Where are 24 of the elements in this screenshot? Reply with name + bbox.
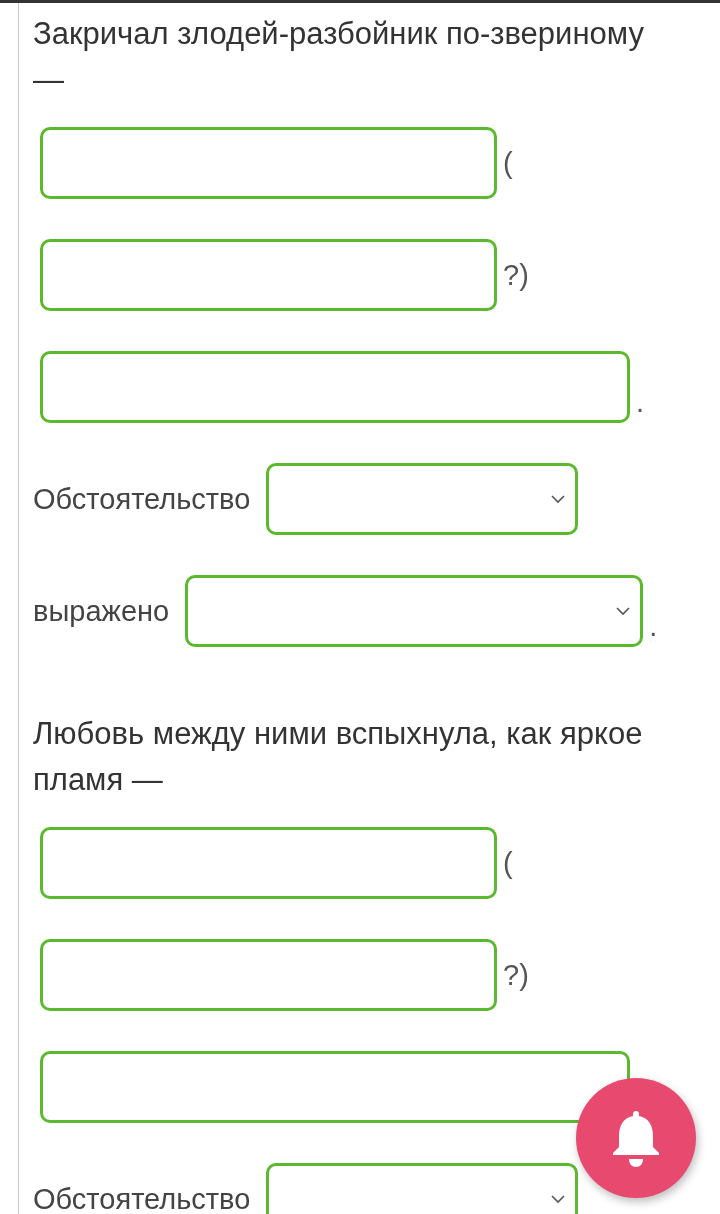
answer-box[interactable] xyxy=(40,827,497,899)
answer-box[interactable] xyxy=(40,1051,630,1123)
notification-button[interactable] xyxy=(576,1078,696,1198)
dropdown-field[interactable] xyxy=(185,575,644,647)
punctuation: . xyxy=(636,386,645,419)
chevron-icon xyxy=(616,607,631,616)
answer-box[interactable] xyxy=(40,239,497,311)
field-label: Обстоятельство xyxy=(33,482,251,516)
punctuation: ( xyxy=(503,146,513,180)
chevron-icon xyxy=(551,1195,566,1204)
punctuation: ?) xyxy=(503,958,529,992)
field-label: Обстоятельство xyxy=(33,1182,251,1214)
punctuation: . xyxy=(649,610,658,643)
dropdown-field[interactable] xyxy=(266,463,579,535)
answer-box[interactable] xyxy=(40,351,630,423)
field-label: выражено xyxy=(33,594,170,628)
punctuation: ( xyxy=(503,846,513,880)
question-text: Любовь между ними вспыхнула, как яркое пламя — xyxy=(33,715,644,799)
punctuation: ?) xyxy=(503,258,529,292)
dropdown-field[interactable] xyxy=(266,1163,579,1214)
answer-box[interactable] xyxy=(40,939,497,1011)
answer-box[interactable] xyxy=(40,127,497,199)
question-text: Закричал злодей-разбойник по-звериному — xyxy=(33,15,645,99)
chevron-icon xyxy=(551,495,566,504)
